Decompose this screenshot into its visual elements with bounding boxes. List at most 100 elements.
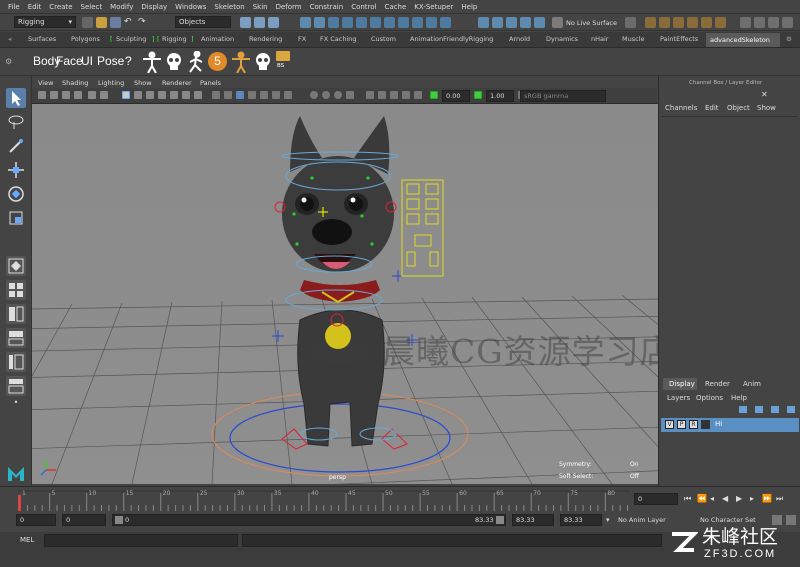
- move-tool-icon[interactable]: [6, 160, 26, 180]
- step-forward-frame-icon[interactable]: ▸: [750, 494, 754, 503]
- viewport-menu-view[interactable]: View: [38, 79, 53, 87]
- skull-white-icon[interactable]: [255, 52, 271, 72]
- layer-menu-help[interactable]: Help: [731, 394, 747, 402]
- tab-fx-caching[interactable]: FX Caching: [320, 35, 357, 43]
- isolate-select-icon[interactable]: [346, 91, 354, 99]
- snap-view-icon[interactable]: [520, 17, 531, 28]
- more-layouts-icon[interactable]: •: [6, 398, 26, 410]
- textured-icon[interactable]: [248, 91, 256, 99]
- render-settings-icon[interactable]: [687, 17, 698, 28]
- snap-point-icon[interactable]: [506, 17, 517, 28]
- anim-layer-dropdown[interactable]: No Anim Layer: [618, 516, 666, 524]
- channel-box-close-icon[interactable]: ✕: [761, 90, 768, 99]
- shelf-help-button[interactable]: ?: [125, 54, 132, 68]
- new-layer-from-selected-icon[interactable]: [787, 406, 795, 413]
- persp-graph-layout-icon[interactable]: [6, 328, 26, 348]
- smooth-shade-icon[interactable]: [224, 91, 232, 99]
- menu-modify[interactable]: Modify: [110, 3, 133, 11]
- locator-mask-icon[interactable]: [426, 17, 437, 28]
- shelf-face-button[interactable]: Face: [56, 54, 83, 68]
- menu-skin[interactable]: Skin: [253, 3, 268, 11]
- surface-mask-icon[interactable]: [342, 17, 353, 28]
- view-transform-dropdown[interactable]: sRGB gamma: [520, 90, 606, 102]
- menu-file[interactable]: File: [8, 3, 20, 11]
- step-back-key-icon[interactable]: ⏪: [697, 494, 707, 503]
- tab-render[interactable]: Render: [705, 380, 730, 388]
- viewport-menu-lighting[interactable]: Lighting: [98, 79, 124, 87]
- menu-control[interactable]: Control: [351, 3, 376, 11]
- hypershade-icon[interactable]: [701, 17, 712, 28]
- layer-name[interactable]: Hi: [715, 420, 722, 428]
- scale-tool-icon[interactable]: [6, 208, 26, 228]
- attribute-editor-icon[interactable]: [754, 17, 765, 28]
- shelf-count-badge[interactable]: 5: [208, 52, 227, 71]
- wireframe-icon[interactable]: [212, 91, 220, 99]
- outliner-layout-icon[interactable]: [6, 376, 26, 396]
- time-slider[interactable]: 1 5 10 15 20 25 30 35 40 45 50 55 60 65 70 75 80 0 ⏮ ⏪ ◂…: [0, 486, 800, 512]
- layer-playback-toggle[interactable]: P: [677, 420, 686, 429]
- layer-menu-layers[interactable]: Layers: [667, 394, 690, 402]
- use-lights-icon[interactable]: [260, 91, 268, 99]
- range-slider[interactable]: 0 83.33: [112, 514, 506, 526]
- pick-mask-icon[interactable]: [300, 17, 311, 28]
- menu-select[interactable]: Select: [81, 3, 103, 11]
- shelf-options-gear-icon[interactable]: ⚙: [786, 35, 792, 43]
- play-forward-icon[interactable]: ▶: [736, 494, 742, 503]
- xray-icon[interactable]: [366, 91, 374, 99]
- shadows-icon[interactable]: [272, 91, 280, 99]
- tab-muscle[interactable]: Muscle: [622, 35, 645, 43]
- render-frame-icon[interactable]: [659, 17, 670, 28]
- perspective-viewport[interactable]: 晨曦CG资源学习店 Symmetry: On Soft Select: Off …: [32, 104, 658, 484]
- input-ops-icon[interactable]: [625, 17, 636, 28]
- menu-windows[interactable]: Windows: [175, 3, 206, 11]
- scene-end-field[interactable]: 83.33: [560, 514, 602, 526]
- render-mask-icon[interactable]: [384, 17, 395, 28]
- xray-active-icon[interactable]: [378, 91, 386, 99]
- mel-label[interactable]: MEL: [20, 536, 34, 544]
- tab-animation[interactable]: Animation: [201, 35, 234, 43]
- channel-box-menu-object[interactable]: Object: [727, 104, 750, 112]
- camera-select-icon[interactable]: [38, 91, 46, 99]
- folder-icon[interactable]: [276, 51, 290, 61]
- channel-box-menu-show[interactable]: Show: [757, 104, 776, 112]
- layer-menu-options[interactable]: Options: [696, 394, 723, 402]
- tab-fx[interactable]: FX: [298, 35, 306, 43]
- go-to-end-icon[interactable]: ⏭: [776, 494, 783, 504]
- tab-rigging[interactable]: Rigging: [162, 35, 187, 43]
- curve-mask-icon[interactable]: [328, 17, 339, 28]
- exposure-field[interactable]: 0.00: [442, 90, 470, 102]
- tab-custom[interactable]: Custom: [371, 35, 396, 43]
- select-hierarchy-icon[interactable]: [240, 17, 251, 28]
- tab-dynamics[interactable]: Dynamics: [546, 35, 578, 43]
- exposure-icon[interactable]: [414, 91, 422, 99]
- step-back-frame-icon[interactable]: ◂: [710, 494, 714, 503]
- shelf-pose-button[interactable]: Pose: [97, 54, 124, 68]
- xray-joints-icon[interactable]: [390, 91, 398, 99]
- tab-polygons[interactable]: Polygons: [71, 35, 100, 43]
- redo-icon[interactable]: ↷: [138, 17, 149, 28]
- select-tool-icon[interactable]: [6, 88, 26, 108]
- menu-kx-setuper[interactable]: KX-Setuper: [414, 3, 453, 11]
- playback-end-field[interactable]: 83.33: [512, 514, 554, 526]
- grease-pencil-icon[interactable]: [100, 91, 108, 99]
- skull-icon[interactable]: [166, 52, 182, 72]
- tool-settings-icon[interactable]: [768, 17, 779, 28]
- menu-cache[interactable]: Cache: [385, 3, 407, 11]
- viewport-menu-renderer[interactable]: Renderer: [162, 79, 192, 87]
- layer-visible-toggle[interactable]: V: [665, 420, 674, 429]
- viewport-menu-panels[interactable]: Panels: [200, 79, 221, 87]
- deform-mask-icon[interactable]: [356, 17, 367, 28]
- ipr-render-icon[interactable]: [673, 17, 684, 28]
- multisample-icon[interactable]: [322, 91, 330, 99]
- tab-sculpting[interactable]: Sculpting: [116, 35, 146, 43]
- menu-deform[interactable]: Deform: [276, 3, 302, 11]
- shelf-menu-gear-icon[interactable]: ⚙: [5, 57, 12, 66]
- wireframe-on-shaded-icon[interactable]: [236, 91, 244, 99]
- range-slider-end-handle[interactable]: [496, 516, 504, 524]
- motion-blur-icon[interactable]: [310, 91, 318, 99]
- grid-toggle-icon[interactable]: [122, 91, 130, 99]
- bookmark-icon[interactable]: [62, 91, 70, 99]
- lattice-mask-icon[interactable]: [440, 17, 451, 28]
- film-gate-icon[interactable]: [134, 91, 142, 99]
- playback-start-field[interactable]: 0: [62, 514, 106, 526]
